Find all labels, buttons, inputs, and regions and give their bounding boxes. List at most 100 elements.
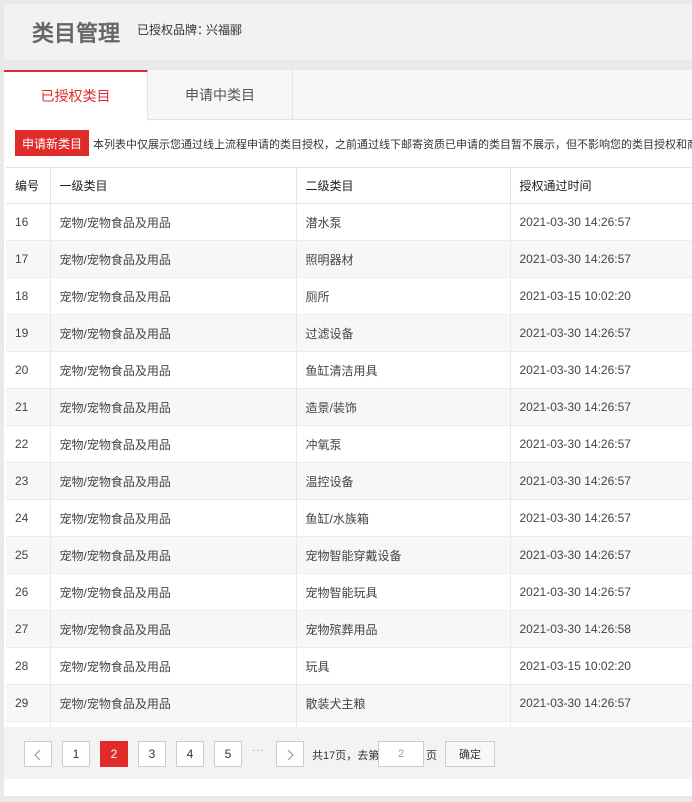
page-button-1[interactable]: 1: [62, 741, 90, 767]
cell-number: 26: [6, 573, 51, 611]
cell-level2-category: 宠物智能玩具: [296, 573, 511, 611]
cell-level1-category: 宠物/宠物食品及用品: [50, 684, 297, 722]
cell-number: 28: [6, 647, 51, 685]
table-row: 29 宠物/宠物食品及用品 散装犬主粮 2021-03-30 14:26:57: [6, 684, 692, 722]
table-row: 16 宠物/宠物食品及用品 潜水泵 2021-03-30 14:26:57: [6, 203, 692, 241]
cell-level1-category: 宠物/宠物食品及用品: [50, 388, 297, 426]
cell-level2-category: 厕所: [296, 277, 511, 315]
cell-level1-category: 宠物/宠物食品及用品: [50, 647, 297, 685]
cell-level1-category: 宠物/宠物食品及用品: [50, 610, 297, 648]
column-header-number: 编号: [6, 167, 51, 204]
tab-bar: 已授权类目 申请中类目: [4, 70, 692, 121]
cell-authorized-time: 2021-03-15 10:02:20: [510, 647, 692, 685]
cell-level2-category: 潜水泵: [296, 203, 511, 241]
table-row: 19 宠物/宠物食品及用品 过滤设备 2021-03-30 14:26:57: [6, 314, 692, 352]
cell-number: 19: [6, 314, 51, 352]
table-row: 27 宠物/宠物食品及用品 宠物殡葬用品 2021-03-30 14:26:58: [6, 610, 692, 648]
cell-authorized-time: 2021-03-30 14:26:57: [510, 573, 692, 611]
cell-level1-category: 宠物/宠物食品及用品: [50, 573, 297, 611]
cell-level2-category: 过滤设备: [296, 314, 511, 352]
cell-authorized-time: 2021-03-30 14:26:57: [510, 536, 692, 574]
apply-new-category-button[interactable]: 申请新类目: [15, 130, 89, 156]
cell-number: 18: [6, 277, 51, 315]
cell-authorized-time: 2021-03-30 14:26:57: [510, 240, 692, 278]
cell-authorized-time: 2021-03-30 14:26:57: [510, 314, 692, 352]
column-header-level1-category: 一级类目: [50, 167, 297, 204]
goto-page-input[interactable]: [378, 741, 424, 767]
authorized-brand-label: 已授权品牌：: [137, 23, 210, 37]
cell-authorized-time: 2021-03-30 14:26:58: [510, 610, 692, 648]
notice-text: 本列表中仅展示您通过线上流程申请的类目授权，之前通过线下邮寄资质已申请的类目暂不…: [93, 139, 692, 151]
cell-number: 25: [6, 536, 51, 574]
cell-level1-category: 宠物/宠物食品及用品: [50, 462, 297, 500]
cell-level2-category: 鱼缸清洁用具: [296, 351, 511, 389]
cell-authorized-time: 2021-03-30 14:26:57: [510, 388, 692, 426]
cell-level2-category: 冲氧泵: [296, 425, 511, 463]
cell-level2-category: 鱼缸/水族箱: [296, 499, 511, 537]
cell-level1-category: 宠物/宠物食品及用品: [50, 425, 297, 463]
page-header: 类目管理 已授权品牌： 兴福郦: [4, 4, 692, 60]
page-title: 类目管理: [32, 21, 121, 46]
cell-authorized-time: 2021-03-15 10:02:20: [510, 277, 692, 315]
next-page-button[interactable]: [276, 741, 304, 767]
cell-level1-category: 宠物/宠物食品及用品: [50, 536, 297, 574]
cell-authorized-time: 2021-03-30 14:26:57: [510, 684, 692, 722]
cell-number: 22: [6, 425, 51, 463]
table-body: 16 宠物/宠物食品及用品 潜水泵 2021-03-30 14:26:57 17 宠物/宠…: [6, 203, 692, 759]
cell-level1-category: 宠物/宠物食品及用品: [50, 240, 297, 278]
cell-number: 27: [6, 610, 51, 648]
table-row: 28 宠物/宠物食品及用品 玩具 2021-03-15 10:02:20: [6, 647, 692, 685]
cell-level2-category: 宠物智能穿戴设备: [296, 536, 511, 574]
cell-authorized-time: 2021-03-30 14:26:57: [510, 203, 692, 241]
cell-level2-category: 照明器材: [296, 240, 511, 278]
tab-pending-categories[interactable]: 申请中类目: [148, 70, 293, 120]
cell-level2-category: 散装犬主粮: [296, 684, 511, 722]
category-table: 编号 一级类目 二级类目 授权通过时间 16 宠物/宠物食品及用品 潜水泵 2021-…: [6, 167, 692, 759]
prev-page-button[interactable]: [24, 741, 52, 767]
pagination: 1 2 3 4 5 ··· 共17页，去第 页 确定: [4, 727, 692, 779]
chevron-right-icon: [287, 749, 294, 761]
table-row: 20 宠物/宠物食品及用品 鱼缸清洁用具 2021-03-30 14:26:57: [6, 351, 692, 389]
cell-number: 29: [6, 684, 51, 722]
page-unit-label: 页: [426, 750, 437, 762]
confirm-goto-button[interactable]: 确定: [445, 741, 495, 767]
table-row: 23 宠物/宠物食品及用品 温控设备 2021-03-30 14:26:57: [6, 462, 692, 500]
table-row: 17 宠物/宠物食品及用品 照明器材 2021-03-30 14:26:57: [6, 240, 692, 278]
table-row: 18 宠物/宠物食品及用品 厕所 2021-03-15 10:02:20: [6, 277, 692, 315]
table-row: 26 宠物/宠物食品及用品 宠物智能玩具 2021-03-30 14:26:57: [6, 573, 692, 611]
page-button-3[interactable]: 3: [138, 741, 166, 767]
cell-number: 17: [6, 240, 51, 278]
cell-authorized-time: 2021-03-30 14:26:57: [510, 351, 692, 389]
table-row: 25 宠物/宠物食品及用品 宠物智能穿戴设备 2021-03-30 14:26:57: [6, 536, 692, 574]
page-button-5[interactable]: 5: [214, 741, 242, 767]
cell-authorized-time: 2021-03-30 14:26:57: [510, 462, 692, 500]
category-panel: 已授权类目 申请中类目 申请新类目 本列表中仅展示您通过线上流程申请的类目授权，…: [4, 70, 692, 796]
table-row: 22 宠物/宠物食品及用品 冲氧泵 2021-03-30 14:26:57: [6, 425, 692, 463]
cell-level2-category: 温控设备: [296, 462, 511, 500]
table-row: 24 宠物/宠物食品及用品 鱼缸/水族箱 2021-03-30 14:26:57: [6, 499, 692, 537]
tab-authorized-categories[interactable]: 已授权类目: [4, 70, 148, 121]
table-row: 21 宠物/宠物食品及用品 造景/装饰 2021-03-30 14:26:57: [6, 388, 692, 426]
cell-authorized-time: 2021-03-30 14:26:57: [510, 425, 692, 463]
cell-level1-category: 宠物/宠物食品及用品: [50, 314, 297, 352]
page-button-2[interactable]: 2: [100, 741, 128, 767]
cell-level1-category: 宠物/宠物食品及用品: [50, 203, 297, 241]
cell-number: 23: [6, 462, 51, 500]
pagination-ellipsis: ···: [252, 745, 265, 756]
total-pages-text: 共17页，去第: [312, 750, 380, 762]
page-button-4[interactable]: 4: [176, 741, 204, 767]
cell-level1-category: 宠物/宠物食品及用品: [50, 277, 297, 315]
cell-level2-category: 玩具: [296, 647, 511, 685]
table-header-row: 编号 一级类目 二级类目 授权通过时间: [6, 167, 692, 204]
cell-number: 24: [6, 499, 51, 537]
cell-level1-category: 宠物/宠物食品及用品: [50, 351, 297, 389]
column-header-level2-category: 二级类目: [296, 167, 511, 204]
cell-level2-category: 造景/装饰: [296, 388, 511, 426]
cell-level2-category: 宠物殡葬用品: [296, 610, 511, 648]
cell-level1-category: 宠物/宠物食品及用品: [50, 499, 297, 537]
column-header-authorized-time: 授权通过时间: [510, 167, 692, 204]
authorized-brand-value: 兴福郦: [206, 23, 243, 37]
chevron-left-icon: [34, 749, 41, 761]
cell-number: 21: [6, 388, 51, 426]
cell-number: 20: [6, 351, 51, 389]
